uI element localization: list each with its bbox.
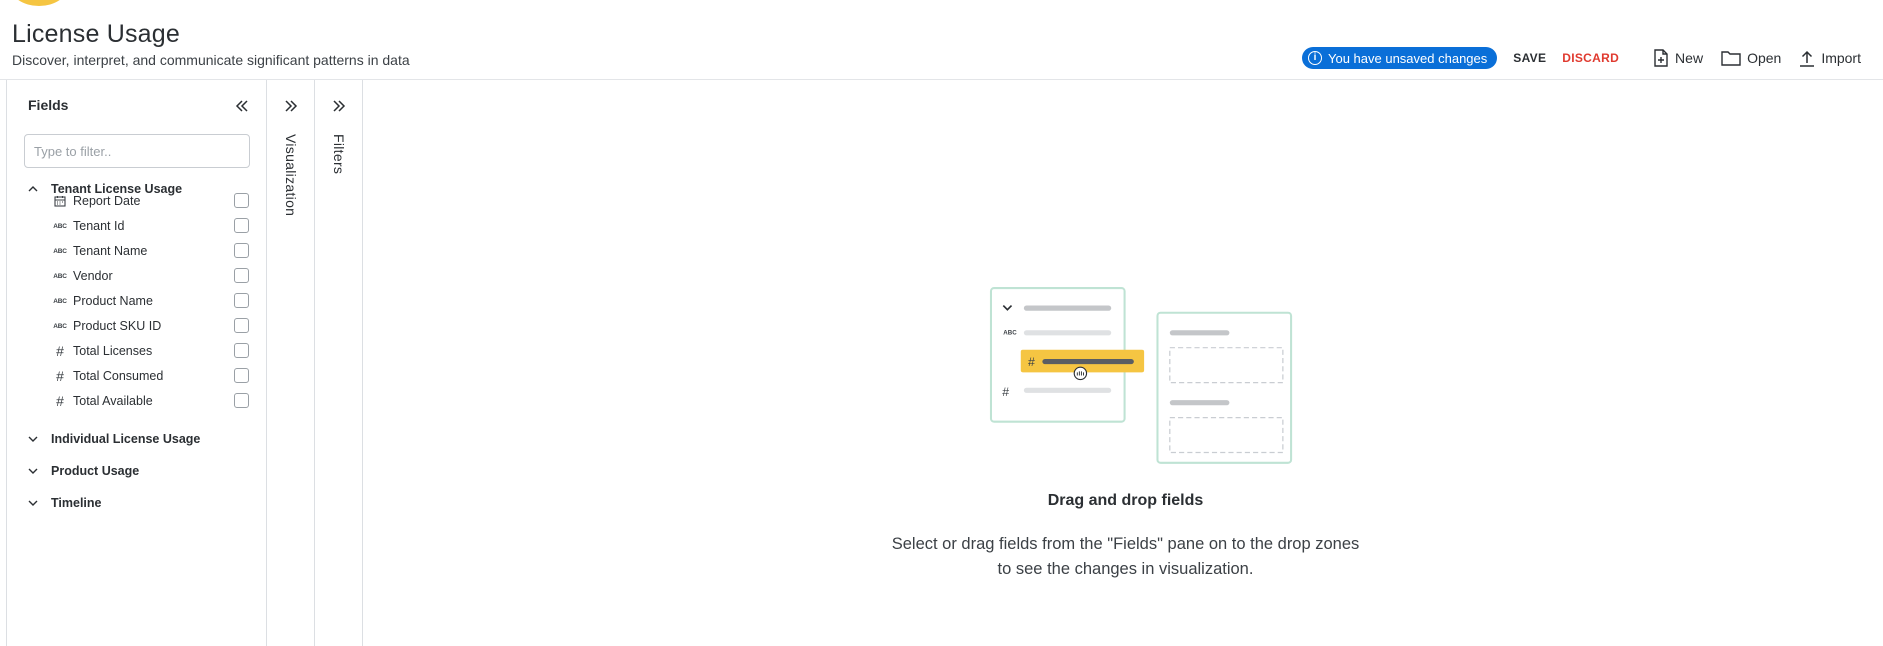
- field-row-product-name[interactable]: ABC Product Name: [7, 290, 266, 312]
- svg-text:ABC: ABC: [1003, 329, 1017, 336]
- field-checkbox[interactable]: [234, 368, 249, 383]
- field-label: Report Date: [73, 194, 141, 208]
- field-checkbox[interactable]: [234, 293, 249, 308]
- group-label: Individual License Usage: [51, 432, 201, 446]
- empty-state-line-1: Select or drag fields from the "Fields" …: [891, 535, 1360, 553]
- field-checkbox[interactable]: [234, 318, 249, 333]
- page-subtitle: Discover, interpret, and communicate sig…: [12, 52, 410, 68]
- field-label: Vendor: [73, 269, 113, 283]
- field-label: Total Available: [73, 394, 153, 408]
- text-type-icon: ABC: [53, 322, 67, 330]
- page-title: License Usage: [12, 20, 180, 48]
- visualization-tab-label: Visualization: [283, 134, 299, 217]
- field-checkbox[interactable]: [234, 193, 249, 208]
- number-type-icon: #: [56, 343, 64, 359]
- field-label: Total Consumed: [73, 369, 164, 383]
- chevron-down-icon: [28, 436, 38, 442]
- open-button[interactable]: Open: [1721, 50, 1781, 66]
- expand-pane-icon[interactable]: [330, 97, 348, 115]
- field-checkbox[interactable]: [234, 343, 249, 358]
- text-type-icon: ABC: [53, 222, 67, 230]
- field-checkbox[interactable]: [234, 243, 249, 258]
- unsaved-changes-badge: i You have unsaved changes: [1302, 47, 1498, 69]
- field-row-report-date[interactable]: Report Date: [7, 190, 266, 212]
- number-type-icon: #: [56, 368, 64, 384]
- discard-button[interactable]: DISCARD: [1562, 51, 1619, 65]
- field-label: Tenant Name: [73, 244, 148, 258]
- filters-tab-label: Filters: [331, 134, 347, 175]
- folder-icon: [1721, 51, 1741, 66]
- field-label: Tenant Id: [73, 219, 125, 233]
- group-individual-license-usage[interactable]: Individual License Usage: [7, 429, 266, 449]
- field-row-total-licenses[interactable]: # Total Licenses: [7, 340, 266, 362]
- toolbar: i You have unsaved changes SAVE DISCARD …: [1302, 46, 1861, 70]
- field-checkbox[interactable]: [234, 218, 249, 233]
- field-label: Product Name: [73, 294, 153, 308]
- save-button[interactable]: SAVE: [1513, 51, 1546, 65]
- field-label: Total Licenses: [73, 344, 153, 358]
- field-checkbox[interactable]: [234, 268, 249, 283]
- app-logo: [10, 0, 68, 6]
- fields-title: Fields: [28, 97, 69, 113]
- upload-icon: [1800, 50, 1815, 67]
- open-label: Open: [1747, 50, 1782, 66]
- field-row-vendor[interactable]: ABC Vendor: [7, 265, 266, 287]
- drag-drop-illustration: ABC # #: [989, 287, 1293, 464]
- collapse-pane-icon[interactable]: [233, 97, 251, 115]
- number-type-icon: #: [56, 393, 64, 409]
- empty-state-description: Select or drag fields from the "Fields" …: [0, 532, 1883, 582]
- unsaved-changes-text: You have unsaved changes: [1328, 50, 1488, 66]
- expand-pane-icon[interactable]: [282, 97, 300, 115]
- import-button[interactable]: Import: [1799, 49, 1861, 67]
- field-checkbox[interactable]: [234, 393, 249, 408]
- calendar-icon: [53, 195, 67, 207]
- svg-text:#: #: [1028, 355, 1035, 369]
- info-icon: i: [1308, 51, 1322, 65]
- field-row-tenant-name[interactable]: ABC Tenant Name: [7, 240, 266, 262]
- chevron-down-icon: [28, 468, 38, 474]
- empty-state-line-2: to see the changes in visualization.: [997, 560, 1254, 578]
- import-label: Import: [1821, 50, 1861, 66]
- text-type-icon: ABC: [53, 272, 67, 280]
- text-type-icon: ABC: [53, 297, 67, 305]
- field-row-total-available[interactable]: # Total Available: [7, 390, 266, 412]
- group-label: Product Usage: [51, 464, 140, 478]
- group-product-usage[interactable]: Product Usage: [7, 461, 266, 481]
- new-file-icon: [1654, 49, 1668, 67]
- field-label: Product SKU ID: [73, 319, 162, 333]
- new-button[interactable]: New: [1653, 49, 1703, 67]
- empty-state-title: Drag and drop fields: [1047, 492, 1204, 509]
- field-row-tenant-id[interactable]: ABC Tenant Id: [7, 215, 266, 237]
- field-filter-input[interactable]: [24, 134, 250, 168]
- field-row-total-consumed[interactable]: # Total Consumed: [7, 365, 266, 387]
- svg-text:#: #: [1002, 385, 1009, 399]
- field-row-product-sku-id[interactable]: ABC Product SKU ID: [7, 315, 266, 337]
- new-label: New: [1675, 50, 1704, 66]
- text-type-icon: ABC: [53, 247, 67, 255]
